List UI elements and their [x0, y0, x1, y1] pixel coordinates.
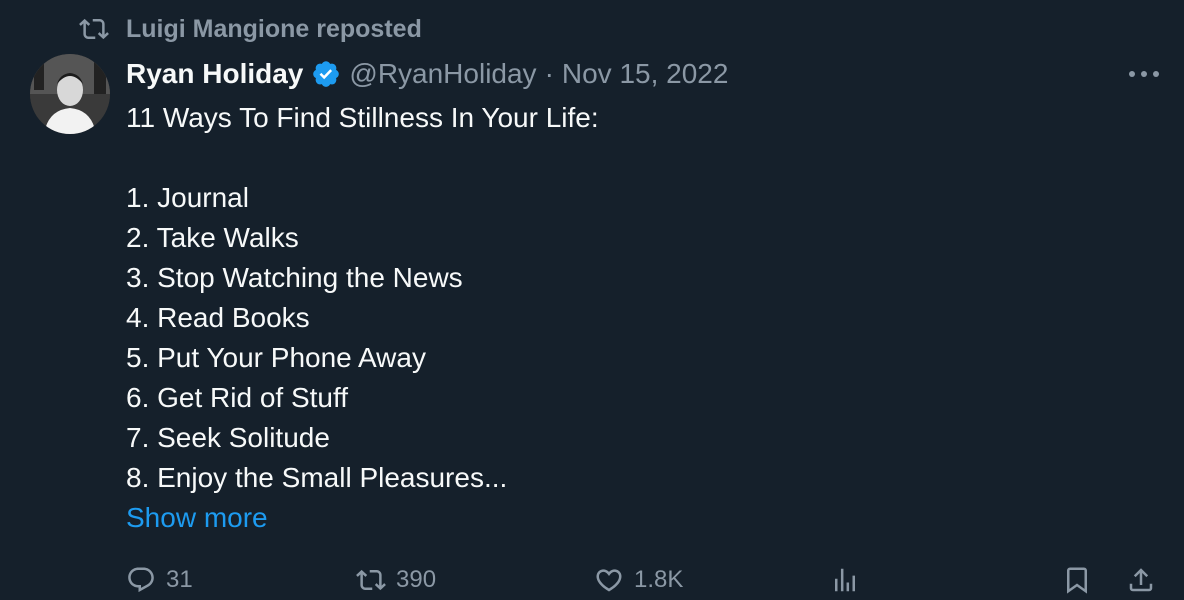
post-line: 11 Ways To Find Stillness In Your Life:	[126, 102, 599, 133]
avatar-image	[30, 54, 110, 134]
post-line: 2. Take Walks	[126, 222, 299, 253]
post-line: 7. Seek Solitude	[126, 422, 330, 453]
repost-icon	[356, 569, 386, 591]
show-more-link[interactable]: Show more	[126, 498, 1126, 538]
reply-count: 31	[166, 566, 193, 593]
post-line	[126, 138, 1126, 178]
heart-icon	[596, 569, 622, 592]
bookmark-button[interactable]	[1062, 560, 1102, 600]
repost-icon	[79, 18, 109, 40]
share-icon	[1129, 568, 1153, 592]
post-line: 5. Put Your Phone Away	[126, 342, 426, 373]
repost-count: 390	[396, 566, 437, 593]
more-options-icon[interactable]	[1126, 64, 1162, 84]
repost-label[interactable]: Luigi Mangione reposted	[126, 15, 422, 44]
post-line: 1. Journal	[126, 182, 249, 213]
author-name[interactable]: Ryan Holiday	[126, 58, 303, 90]
post-text: 11 Ways To Find Stillness In Your Life: …	[126, 98, 1126, 538]
post-date[interactable]: Nov 15, 2022	[562, 58, 729, 90]
header-separator: ·	[544, 58, 554, 89]
action-bar: 31 390 1.8K	[0, 560, 1184, 600]
repost-button[interactable]: 390	[356, 560, 436, 600]
views-button[interactable]	[830, 560, 870, 600]
analytics-icon	[835, 568, 855, 592]
post-header: Ryan Holiday @RyanHoliday · Nov 15, 2022	[126, 54, 728, 94]
verified-badge-icon[interactable]	[311, 59, 341, 89]
tweet[interactable]: Luigi Mangione reposted Ryan Holiday @Ry…	[0, 0, 1184, 600]
like-count: 1.8K	[634, 566, 684, 593]
reply-icon	[128, 567, 154, 593]
author-handle[interactable]: @RyanHoliday	[349, 58, 536, 90]
post-line: 4. Read Books	[126, 302, 310, 333]
like-button[interactable]: 1.8K	[594, 560, 683, 600]
post-line: 8. Enjoy the Small Pleasures...	[126, 462, 508, 493]
avatar[interactable]	[30, 54, 110, 134]
repost-context: Luigi Mangione reposted	[76, 12, 422, 46]
bookmark-icon	[1067, 567, 1087, 594]
share-button[interactable]	[1126, 560, 1166, 600]
reply-button[interactable]: 31	[126, 560, 193, 600]
post-line: 3. Stop Watching the News	[126, 262, 463, 293]
post-line: 6. Get Rid of Stuff	[126, 382, 349, 413]
